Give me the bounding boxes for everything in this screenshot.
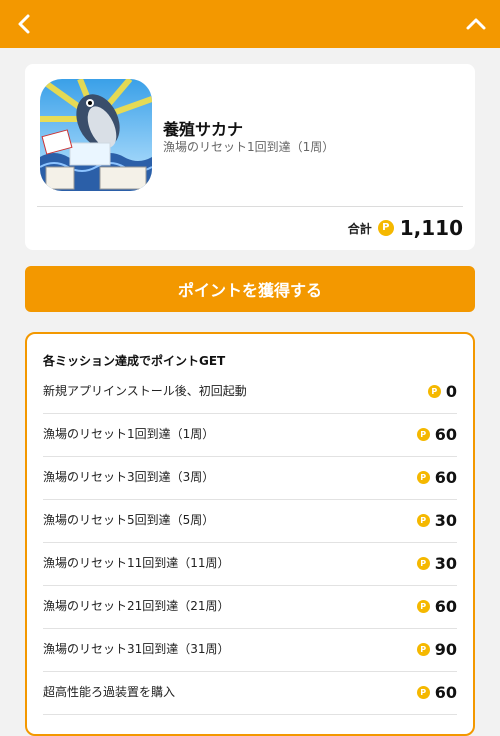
mission-label: 漁場のリセット1回到達（1周）: [43, 427, 215, 441]
mission-points: P 0: [427, 370, 457, 413]
mission-label: 漁場のリセット31回到達（31周）: [43, 642, 230, 656]
chevron-left-icon[interactable]: [10, 10, 38, 38]
mission-label: 漁場のリセット11回到達（11周）: [43, 556, 230, 570]
fish-app-icon: [40, 79, 152, 191]
point-coin-icon: P: [416, 643, 430, 656]
mission-points: P 60: [416, 585, 457, 628]
total-label: 合計: [347, 221, 372, 236]
mission-label: 漁場のリセット5回到達（5周）: [43, 513, 215, 527]
mission-row: 漁場のリセット1回到達（1周） P 60: [43, 413, 457, 457]
mission-points: P 90: [416, 628, 457, 671]
point-coin-icon: P: [416, 557, 430, 570]
mission-points: P 30: [416, 542, 457, 585]
app-name: 養殖サカナ: [163, 120, 244, 139]
mission-points-value: 30: [434, 554, 457, 573]
mission-points-value: 90: [434, 640, 457, 659]
mission-points: P 30: [416, 499, 457, 542]
mission-row: 漁場のリセット5回到達（5周） P 30: [43, 499, 457, 543]
mission-row: 漁場のリセット3回到達（3周） P 60: [43, 456, 457, 500]
mission-label: 超高性能ろ過装置を購入: [43, 685, 176, 699]
missions-title: 各ミッション達成でポイントGET: [43, 354, 226, 368]
mission-points: P 60: [416, 671, 457, 714]
mission-points-value: 0: [445, 382, 457, 401]
mission-label: 新規アプリインストール後、初回起動: [43, 384, 247, 398]
mission-row: 新規アプリインストール後、初回起動 P 0: [43, 370, 457, 414]
point-coin-icon: P: [416, 686, 430, 699]
mission-points: P 60: [416, 456, 457, 499]
divider: [37, 206, 463, 207]
missions-panel: 各ミッション達成でポイントGET 新規アプリインストール後、初回起動 P 0 漁…: [25, 332, 475, 736]
mission-row: 漁場のリセット11回到達（11周） P 30: [43, 542, 457, 586]
total-value: 1,110: [399, 216, 463, 240]
point-coin-icon: P: [416, 514, 430, 527]
get-points-button[interactable]: ポイントを獲得する: [25, 266, 475, 312]
mission-points-value: 60: [434, 468, 457, 487]
mission-points-value: 60: [434, 425, 457, 444]
point-coin-icon: P: [416, 600, 430, 613]
point-coin-icon: P: [416, 471, 430, 484]
mission-row: 超高性能ろ過装置を購入 P 60: [43, 671, 457, 715]
total-points: 合計 P 1,110: [348, 216, 463, 240]
mission-points-value: 30: [434, 511, 457, 530]
point-coin-icon: P: [427, 385, 441, 398]
point-coin-icon: P: [377, 220, 394, 236]
top-bar: [0, 0, 500, 48]
mission-label: 漁場のリセット3回到達（3周）: [43, 470, 215, 484]
app-subtitle: 漁場のリセット1回到達（1周）: [163, 140, 335, 154]
chevron-up-icon[interactable]: [462, 10, 490, 38]
mission-row: 漁場のリセット31回到達（31周） P 90: [43, 628, 457, 672]
mission-points: P 60: [416, 413, 457, 456]
app-card: 養殖サカナ 漁場のリセット1回到達（1周） 合計 P 1,110: [25, 64, 475, 250]
mission-label: 漁場のリセット21回到達（21周）: [43, 599, 230, 613]
mission-points-value: 60: [434, 683, 457, 702]
mission-row: 漁場のリセット21回到達（21周） P 60: [43, 585, 457, 629]
mission-points-value: 60: [434, 597, 457, 616]
point-coin-icon: P: [416, 428, 430, 441]
